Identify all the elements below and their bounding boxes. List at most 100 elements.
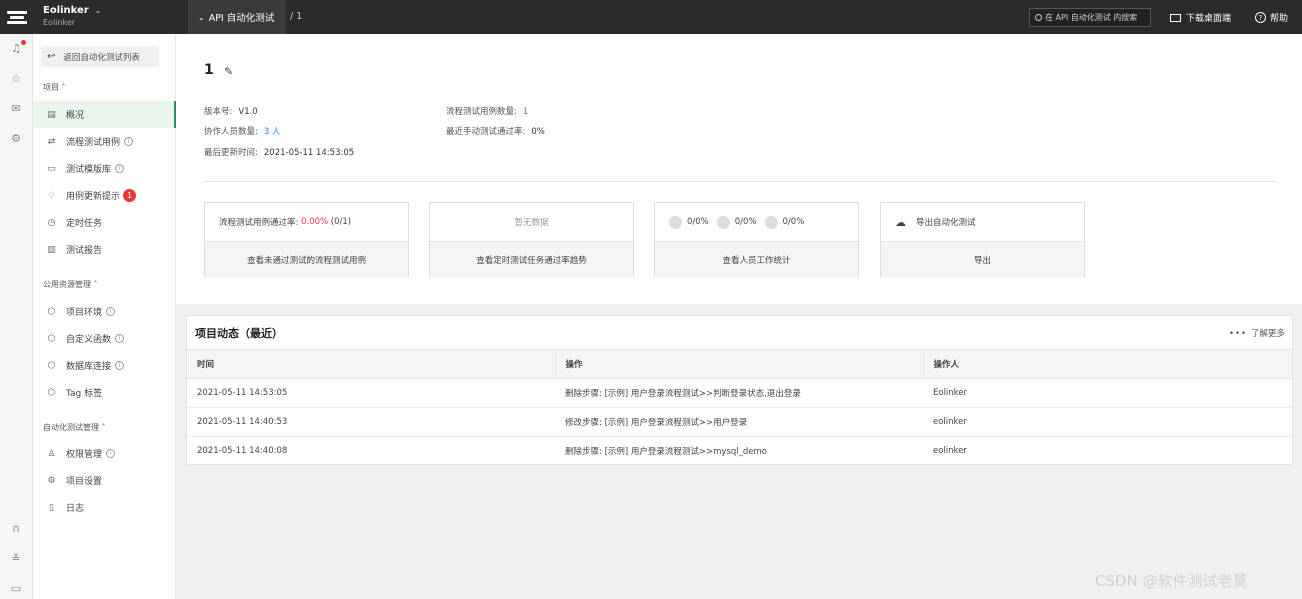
table-header-row: 时间 操作 操作人 (187, 350, 1292, 379)
help-button[interactable]: ? 帮助 (1255, 11, 1288, 24)
export-label: 导出自动化测试 (916, 218, 976, 228)
search-input[interactable]: 在 API 自动化测试 内搜索 (1029, 8, 1151, 27)
pass-rate-card: 流程测试用例通过率: 0.00% (0/1) 查看未通过测试的流程测试用例 (204, 202, 409, 277)
cell-action: 删除步骤: [示例] 用户登录流程测试>>判断登录状态,退出登录 (555, 378, 923, 408)
group-project[interactable]: 项目 ˄ (43, 82, 66, 93)
cube-icon: ⬡ (47, 333, 56, 344)
learn-more-label: 了解更多 (1250, 329, 1285, 339)
sidebar-item-reports[interactable]: ▥ 测试报告 (33, 236, 176, 263)
sidebar-item-project-settings[interactable]: ⚙ 项目设置 (33, 467, 176, 494)
member-stats-header: 0/0% 0/0% 0/0% (655, 203, 858, 242)
breadcrumb: / 1 (290, 11, 303, 22)
sidebar-item-tags[interactable]: ⬡ Tag 标签 (33, 379, 176, 406)
sidebar-item-templates[interactable]: ▭ 测试模版库 i (33, 155, 176, 182)
activity-title: 项目动态（最近） (195, 326, 283, 340)
collab-value-link[interactable]: 3 人 (264, 127, 281, 137)
view-member-stats-button[interactable]: 查看人员工作统计 (655, 242, 858, 277)
cell-time: 2021-05-11 14:53:05 (187, 378, 555, 408)
stat-value: 0/0% (687, 217, 709, 227)
stat-item: 0/0% (716, 215, 757, 229)
sidebar-item-label: 数据库连接 (66, 362, 112, 372)
cube-icon: ⬡ (47, 306, 56, 317)
sidebar-item-logs[interactable]: ▯ 日志 (33, 494, 176, 521)
member-stats-card: 0/0% 0/0% 0/0% 查看人员工作统计 (654, 202, 859, 277)
brand-sub: Eolinker (43, 18, 76, 27)
pass-rate-card-header: 流程测试用例通过率: 0.00% (0/1) (205, 203, 408, 242)
download-desktop-button[interactable]: 下载桌面端 (1170, 11, 1231, 24)
sidebar-item-label: Tag 标签 (66, 389, 103, 399)
star-icon[interactable]: ☆ (9, 72, 23, 86)
collab-label: 协作人员数量: (204, 127, 258, 137)
edit-pencil-icon[interactable]: ✎ (224, 65, 233, 78)
pass-rate-value: 0.00% (301, 217, 329, 227)
table-row: 2021-05-11 14:53:05 删除步骤: [示例] 用户登录流程测试>… (187, 378, 1292, 408)
cases-info: 流程测试用例数量: 1 (446, 105, 528, 117)
cell-operator: eolinker (923, 436, 1292, 466)
pass-rate-label: 流程测试用例通过率: (219, 218, 299, 228)
activity-table: 时间 操作 操作人 2021-05-11 14:53:05 删除步骤: [示例]… (187, 350, 1292, 466)
cube-icon: ⬡ (47, 387, 56, 398)
project-tab[interactable]: ⌄ API 自动化测试 (188, 0, 286, 34)
sidebar-item-update-alerts[interactable]: ♢ 用例更新提示 1 (33, 182, 176, 209)
help-icon: ? (1255, 12, 1266, 23)
schedule-trend-card: 暂无数据 查看定时测试任务通过率趋势 (429, 202, 634, 277)
report-icon: ▥ (47, 244, 56, 255)
sidebar-item-label: 用例更新提示 (66, 192, 121, 202)
pass-rate-count: (0/1) (330, 217, 352, 227)
view-schedule-trend-button[interactable]: 查看定时测试任务通过率趋势 (430, 242, 633, 277)
inbox-icon[interactable]: ✉ (9, 102, 23, 116)
keyboard-icon[interactable]: ▭ (9, 582, 23, 596)
back-to-list-button[interactable]: ↩ 返回自动化测试列表 (41, 46, 159, 67)
collaborator-info: 协作人员数量: 3 人 (204, 125, 281, 137)
learn-more-link[interactable]: ••• 了解更多 (1229, 327, 1285, 339)
alert-badge: 1 (123, 189, 137, 202)
cell-action: 修改步骤: [示例] 用户登录流程测试>>用户登录 (555, 407, 923, 437)
sidebar-item-environment[interactable]: ⬡ 项目环境 i (33, 298, 176, 325)
cloud-upload-icon: ☁ (895, 215, 906, 229)
collapse-icon[interactable]: ≚ (9, 552, 23, 566)
overview-icon: ▤ (47, 109, 56, 120)
users-icon: ♙ (47, 448, 56, 459)
headset-icon[interactable]: ∩ (9, 522, 23, 536)
updated-info: 最后更新时间: 2021-05-11 14:53:05 (204, 146, 354, 158)
top-bar: Eolinker ⌄ Eolinker ⌄ API 自动化测试 / 1 在 API… (0, 0, 1302, 34)
table-row: 2021-05-11 14:40:08 删除步骤: [示例] 用户登录流程测试>… (187, 436, 1292, 466)
more-dots-icon: ••• (1228, 329, 1247, 339)
view-failed-cases-button[interactable]: 查看未通过测试的流程测试用例 (205, 242, 408, 277)
export-button[interactable]: 导出 (881, 242, 1084, 277)
stat-item: 0/0% (669, 215, 709, 229)
sidebar-item-label: 流程测试用例 (66, 138, 121, 148)
sidebar-item-overview[interactable]: ▤ 概况 (33, 101, 176, 128)
cell-time: 2021-05-11 14:40:53 (187, 407, 555, 437)
back-arrow-icon: ↩ (47, 51, 56, 62)
cell-operator: Eolinker (923, 378, 1292, 408)
logo-icon[interactable] (0, 0, 33, 34)
column-header-time: 时间 (187, 350, 556, 379)
version-value: V1.0 (238, 107, 258, 117)
clock-icon: ◷ (47, 217, 56, 228)
side-nav: ↩ 返回自动化测试列表 项目 ˄ ▤ 概况 ⇄ 流程测试用例 i ▭ 测试模版库 i ♢ 用… (33, 34, 176, 599)
chevron-down-icon: ⌄ (198, 12, 205, 22)
pass-value: 0% (531, 127, 545, 137)
sidebar-item-custom-functions[interactable]: ⬡ 自定义函数 i (33, 325, 176, 352)
sidebar-item-database[interactable]: ⬡ 数据库连接 i (33, 352, 176, 379)
group-automation[interactable]: 自动化测试管理 ˄ (43, 422, 106, 433)
sidebar-item-label: 项目设置 (66, 477, 103, 487)
sidebar-item-permissions[interactable]: ♙ 权限管理 i (33, 440, 176, 467)
monitor-icon (1170, 13, 1181, 22)
sidebar-item-flow-cases[interactable]: ⇄ 流程测试用例 i (33, 128, 176, 155)
pass-label: 最近手动测试通过率: (446, 127, 526, 137)
group-public-resources[interactable]: 公用资源管理 ˄ (43, 279, 98, 290)
export-card-header: ☁ 导出自动化测试 (881, 203, 1084, 242)
gear-icon[interactable]: ⚙ (9, 132, 23, 146)
search-placeholder: 在 API 自动化测试 内搜索 (1045, 13, 1138, 22)
cases-value-link[interactable]: 1 (523, 107, 528, 117)
workspace-switcher[interactable]: Eolinker ⌄ Eolinker (43, 5, 101, 27)
activity-header: 项目动态（最近） ••• 了解更多 (187, 316, 1292, 350)
avatar-icon (764, 215, 778, 229)
sidebar-item-label: 定时任务 (66, 219, 103, 229)
icon-rail: ♫ ☆ ✉ ⚙ ∩ ≚ ▭ (0, 34, 33, 599)
sidebar-item-scheduled-tasks[interactable]: ◷ 定时任务 (33, 209, 176, 236)
brand-name: Eolinker (43, 5, 89, 16)
info-icon: i (115, 361, 125, 370)
